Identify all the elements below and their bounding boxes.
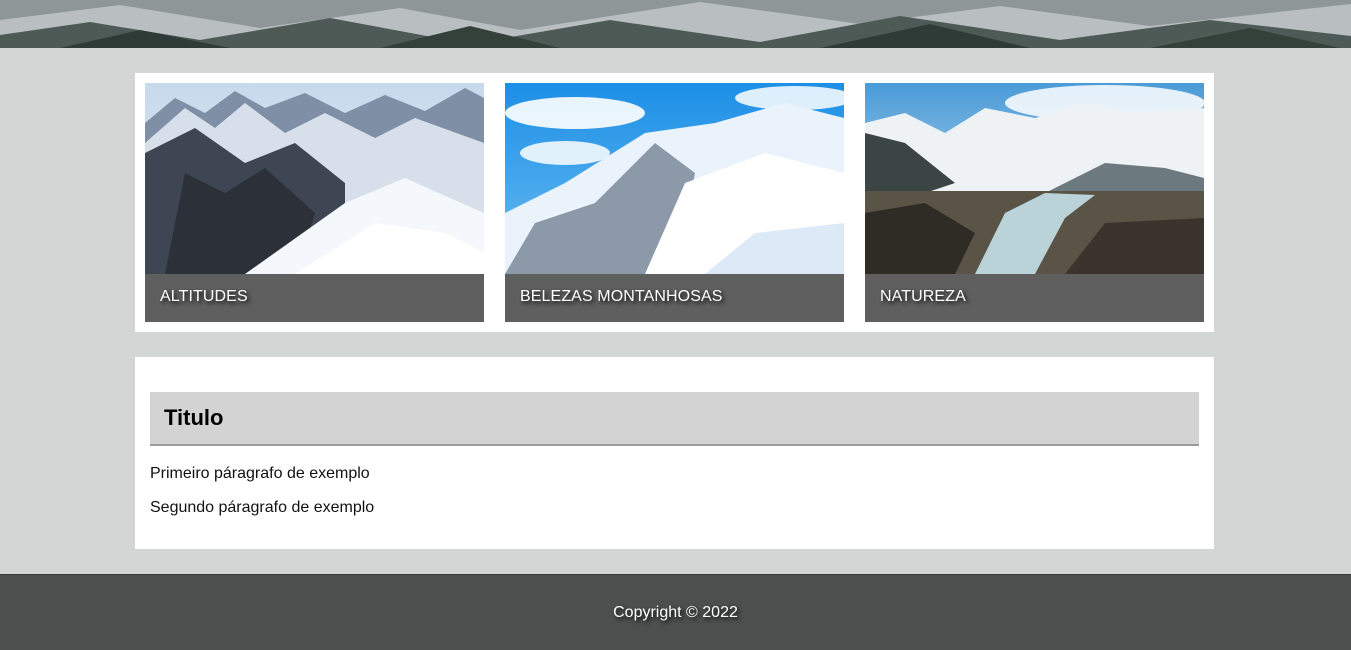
header-banner [0, 0, 1351, 48]
gallery-card-belezas-montanhosas[interactable]: BELEZAS MONTANHOSAS [505, 83, 844, 322]
footer: Copyright © 2022 [0, 574, 1351, 650]
article-title: Titulo [164, 405, 224, 430]
card-image [865, 83, 1204, 274]
card-caption: BELEZAS MONTANHOSAS [520, 288, 723, 305]
article-paragraph: Segundo páragrafo de exemplo [150, 499, 375, 516]
card-image [145, 83, 484, 274]
article-section: Titulo Primeiro páragrafo de exemplo Seg… [135, 357, 1214, 549]
gallery-card-altitudes[interactable]: ALTITUDES [145, 83, 484, 322]
header-mountain-image [0, 0, 1351, 48]
article-title-bar: Titulo [150, 392, 1199, 446]
card-image [505, 83, 844, 274]
card-caption: ALTITUDES [160, 288, 248, 305]
gallery: ALTITUDES BELEZAS MONTANHOSAS NATUREZA [135, 73, 1214, 332]
gallery-card-natureza[interactable]: NATUREZA [865, 83, 1204, 322]
article-paragraph: Primeiro páragrafo de exemplo [150, 465, 370, 482]
card-caption: NATUREZA [880, 288, 966, 305]
copyright-text: Copyright © 2022 [613, 604, 738, 621]
